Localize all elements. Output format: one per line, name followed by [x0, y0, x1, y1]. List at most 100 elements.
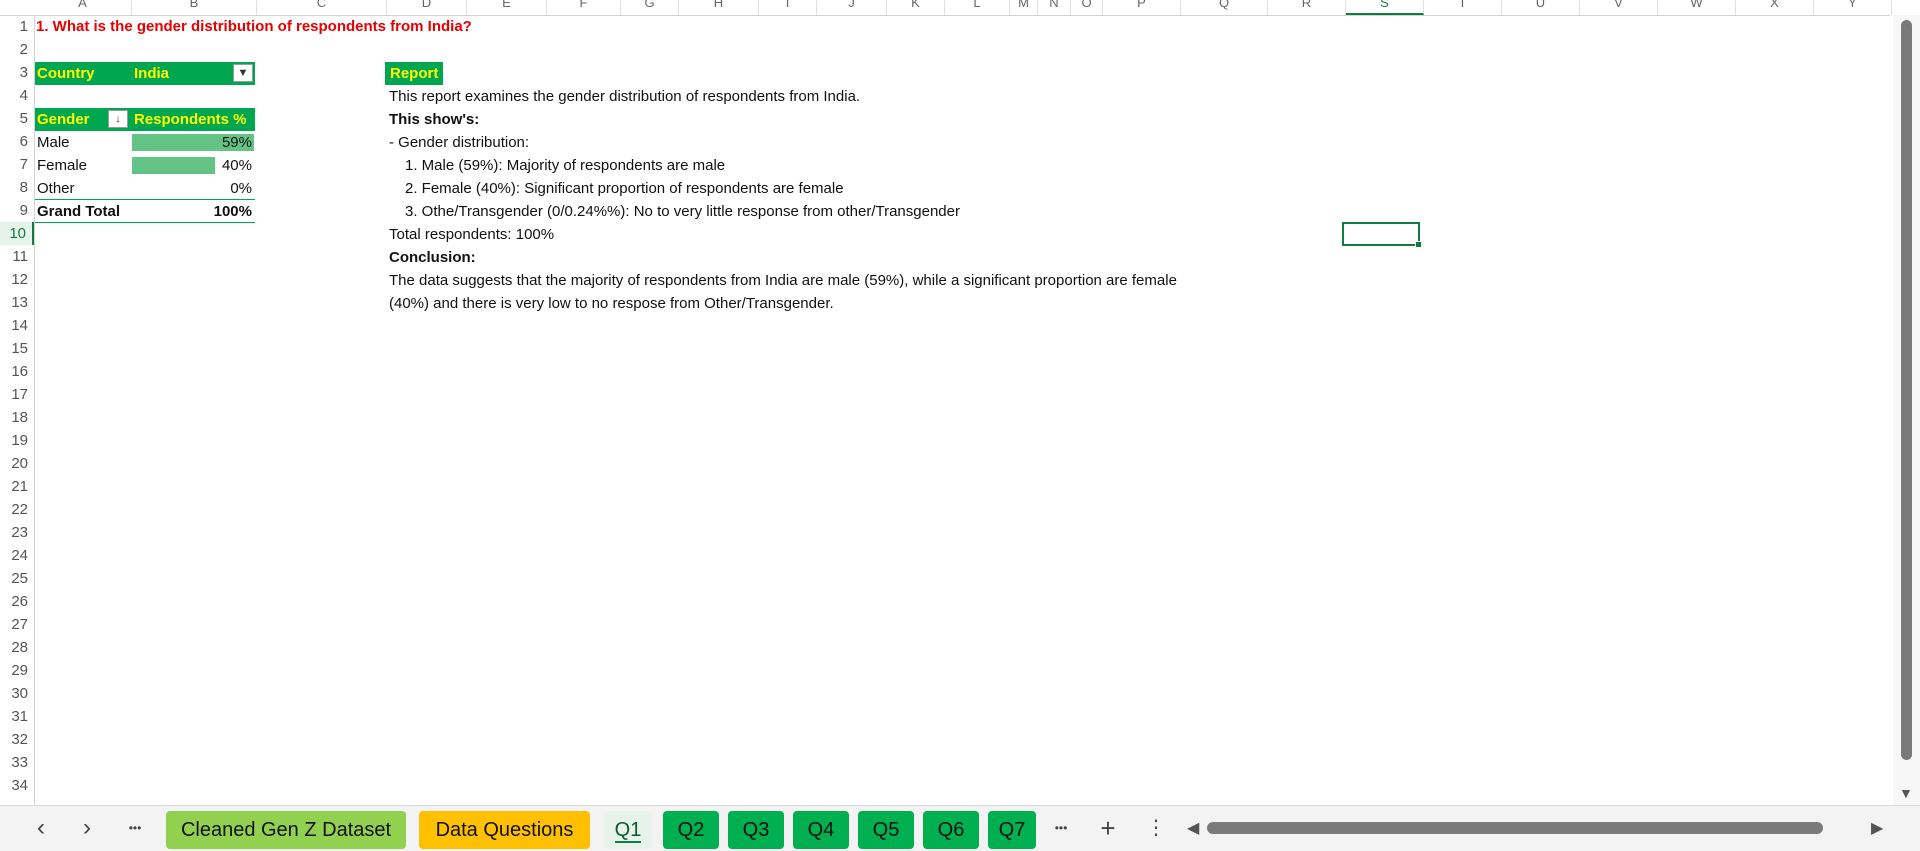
scroll-left-arrow-icon[interactable]: ◀: [1187, 818, 1199, 838]
more-sheets-right-icon[interactable]: •••: [1046, 814, 1076, 844]
column-header-y[interactable]: Y: [1814, 0, 1892, 15]
row-header-5[interactable]: 5: [0, 107, 34, 130]
pivot-row-male-value[interactable]: 59%: [132, 131, 252, 154]
filter-funnel-icon[interactable]: ▼: [233, 64, 253, 82]
tab-data-questions[interactable]: Data Questions: [419, 811, 590, 849]
report-conclusion-line2[interactable]: (40%) and there is very low to no respos…: [389, 292, 834, 315]
scroll-right-arrow-icon[interactable]: ▶: [1871, 818, 1883, 838]
filter-value[interactable]: India: [134, 62, 170, 85]
row-header-7[interactable]: 7: [0, 153, 34, 176]
row-header-22[interactable]: 22: [0, 498, 34, 521]
column-header-h[interactable]: H: [679, 0, 759, 15]
column-header-r[interactable]: R: [1268, 0, 1346, 15]
pivot-row-female-value[interactable]: 40%: [132, 154, 252, 177]
column-header-k[interactable]: K: [887, 0, 945, 15]
row-header-20[interactable]: 20: [0, 452, 34, 475]
next-sheet-chevron-icon[interactable]: ›: [72, 814, 102, 844]
row-header-27[interactable]: 27: [0, 613, 34, 636]
column-header-j[interactable]: J: [817, 0, 887, 15]
report-conclusion-line1[interactable]: The data suggests that the majority of r…: [389, 269, 1177, 292]
report-title[interactable]: Report: [385, 62, 444, 85]
tab-cleaned-gen-z-dataset[interactable]: Cleaned Gen Z Dataset: [166, 811, 406, 849]
row-header-34[interactable]: 34: [0, 774, 34, 797]
column-header-u[interactable]: U: [1502, 0, 1580, 15]
tab-q4[interactable]: Q4: [793, 811, 849, 849]
column-header-c[interactable]: C: [257, 0, 387, 15]
row-header-16[interactable]: 16: [0, 360, 34, 383]
tab-q6[interactable]: Q6: [923, 811, 979, 849]
report-item2[interactable]: 2. Female (40%): Significant proportion …: [405, 177, 844, 200]
sheet-options-icon[interactable]: ⋮: [1141, 814, 1171, 844]
question-title[interactable]: 1. What is the gender distribution of re…: [36, 15, 472, 38]
column-header-q[interactable]: Q: [1181, 0, 1268, 15]
report-shows-heading[interactable]: This show's:: [389, 108, 479, 131]
scroll-down-arrow-icon[interactable]: ▼: [1899, 785, 1913, 801]
pivot-header-gender[interactable]: Gender: [37, 108, 90, 131]
row-header-4[interactable]: 4: [0, 84, 34, 107]
report-conclusion-heading[interactable]: Conclusion:: [389, 246, 476, 269]
row-header-15[interactable]: 15: [0, 337, 34, 360]
row-header-31[interactable]: 31: [0, 705, 34, 728]
add-sheet-plus-icon[interactable]: +: [1093, 814, 1123, 844]
row-header-13[interactable]: 13: [0, 291, 34, 314]
vertical-scrollbar[interactable]: ▼: [1893, 15, 1920, 805]
report-item3[interactable]: 3. Othe/Transgender (0/0.24%%): No to ve…: [405, 200, 960, 223]
more-sheets-left-icon[interactable]: •••: [120, 814, 150, 844]
tab-q3[interactable]: Q3: [728, 811, 784, 849]
row-header-29[interactable]: 29: [0, 659, 34, 682]
row-header-33[interactable]: 33: [0, 751, 34, 774]
report-line1[interactable]: This report examines the gender distribu…: [389, 85, 860, 108]
pivot-row-other-value[interactable]: 0%: [132, 177, 252, 200]
tab-q7[interactable]: Q7: [988, 811, 1036, 849]
pivot-row-female-label[interactable]: Female: [37, 154, 87, 177]
vertical-scroll-thumb[interactable]: [1901, 20, 1912, 760]
row-header-8[interactable]: 8: [0, 176, 34, 199]
column-header-p[interactable]: P: [1103, 0, 1181, 15]
report-dist-heading[interactable]: - Gender distribution:: [389, 131, 529, 154]
pivot-row-other-label[interactable]: Other: [37, 177, 75, 200]
row-header-2[interactable]: 2: [0, 38, 34, 61]
column-header-x[interactable]: X: [1736, 0, 1814, 15]
filter-label[interactable]: Country: [37, 62, 95, 85]
tab-q2[interactable]: Q2: [663, 811, 719, 849]
report-total[interactable]: Total respondents: 100%: [389, 223, 554, 246]
tab-q1[interactable]: Q1: [604, 811, 652, 849]
row-header-10[interactable]: 10: [0, 222, 34, 245]
column-header-d[interactable]: D: [387, 0, 467, 15]
column-header-s[interactable]: S: [1346, 0, 1424, 15]
row-header-25[interactable]: 25: [0, 567, 34, 590]
pivot-row-male-label[interactable]: Male: [37, 131, 70, 154]
pivot-header-pct[interactable]: Respondents %: [134, 108, 247, 131]
row-header-24[interactable]: 24: [0, 544, 34, 567]
row-header-9[interactable]: 9: [0, 199, 34, 222]
column-header-v[interactable]: V: [1580, 0, 1658, 15]
row-header-18[interactable]: 18: [0, 406, 34, 429]
horizontal-scroll-thumb[interactable]: [1207, 822, 1823, 834]
report-item1[interactable]: 1. Male (59%): Majority of respondents a…: [405, 154, 725, 177]
tab-q5[interactable]: Q5: [858, 811, 914, 849]
row-header-23[interactable]: 23: [0, 521, 34, 544]
column-header-m[interactable]: M: [1010, 0, 1038, 15]
row-header-11[interactable]: 11: [0, 245, 34, 268]
row-header-21[interactable]: 21: [0, 475, 34, 498]
row-header-12[interactable]: 12: [0, 268, 34, 291]
row-header-14[interactable]: 14: [0, 314, 34, 337]
row-header-1[interactable]: 1: [0, 15, 34, 38]
row-header-3[interactable]: 3: [0, 61, 34, 84]
row-header-19[interactable]: 19: [0, 429, 34, 452]
horizontal-scrollbar[interactable]: ◀ ▶: [1183, 816, 1888, 840]
column-header-o[interactable]: O: [1071, 0, 1103, 15]
row-header-30[interactable]: 30: [0, 682, 34, 705]
column-header-n[interactable]: N: [1038, 0, 1071, 15]
column-header-a[interactable]: A: [34, 0, 132, 15]
pivot-total-label[interactable]: Grand Total: [37, 200, 120, 223]
column-header-e[interactable]: E: [467, 0, 547, 15]
column-header-i[interactable]: I: [759, 0, 817, 15]
column-header-w[interactable]: W: [1658, 0, 1736, 15]
column-header-f[interactable]: F: [547, 0, 621, 15]
sort-dropdown-icon[interactable]: ↓: [108, 110, 128, 128]
pivot-total-value[interactable]: 100%: [132, 200, 252, 223]
row-header-6[interactable]: 6: [0, 130, 34, 153]
row-header-32[interactable]: 32: [0, 728, 34, 751]
prev-sheet-chevron-icon[interactable]: ‹: [26, 814, 56, 844]
